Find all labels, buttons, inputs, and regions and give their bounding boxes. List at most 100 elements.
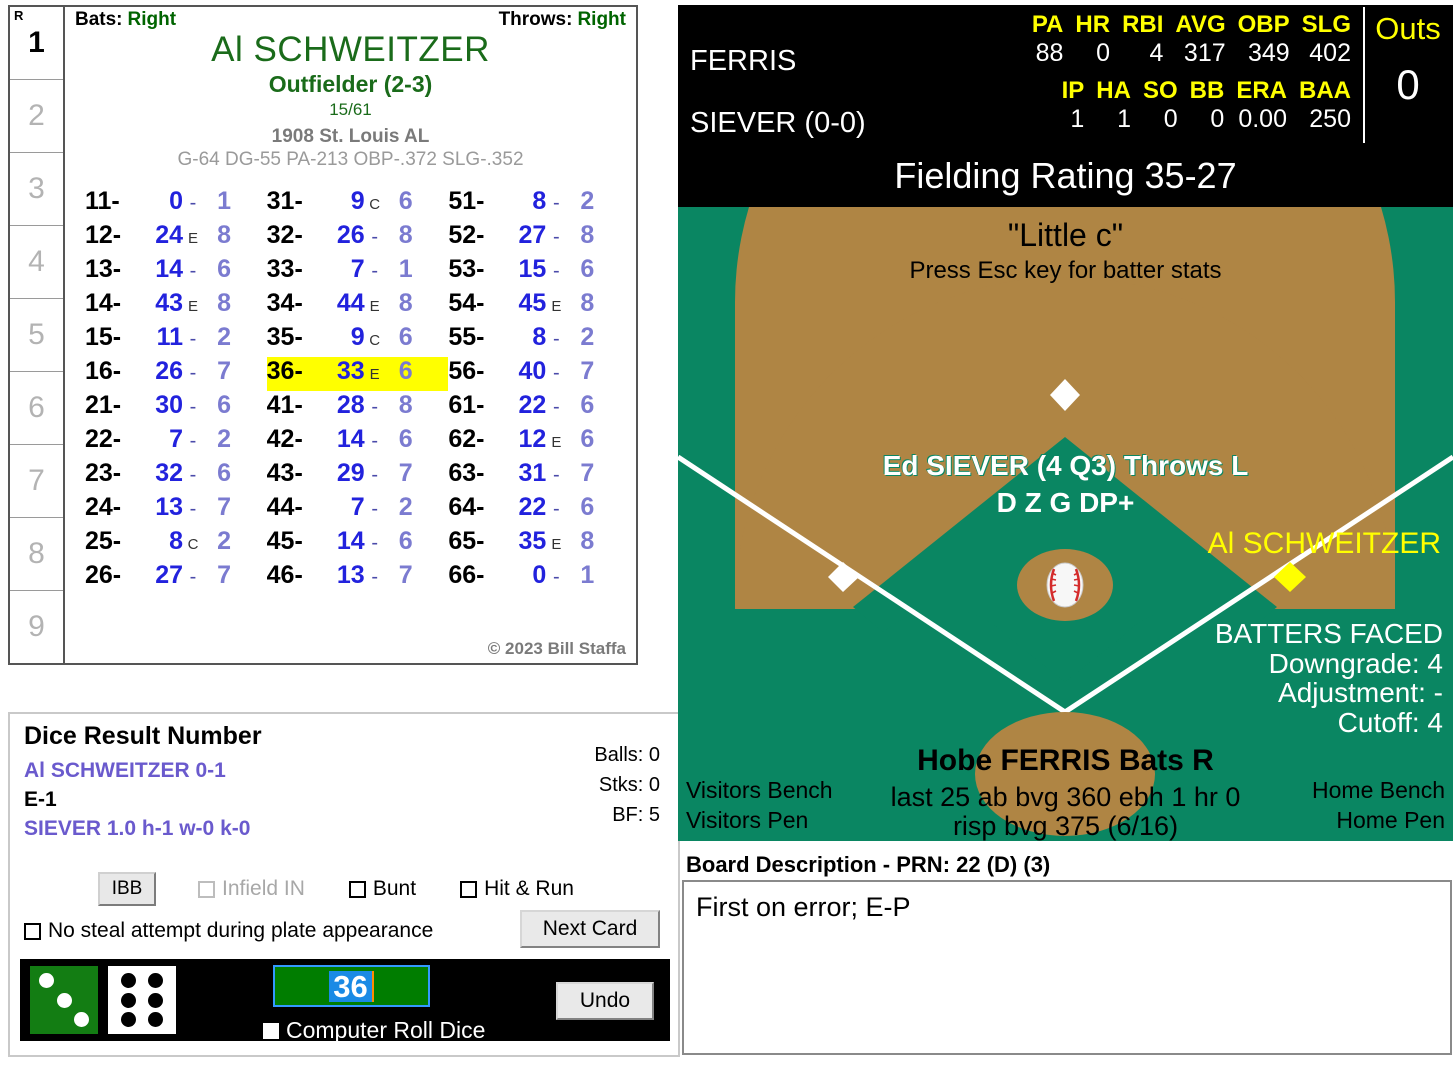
little-c-label: "Little c" — [1007, 217, 1124, 253]
power-number: 8 — [217, 288, 231, 317]
inning-cell-5[interactable]: 5 — [10, 299, 63, 372]
inning-cell-2[interactable]: 2 — [10, 80, 63, 153]
checkbox-icon[interactable] — [24, 922, 41, 940]
result-number: 43 — [155, 288, 183, 317]
dice-result-row: 63- 31-7 — [448, 459, 630, 493]
dice-result-row: 62- 12 E 6 — [448, 425, 630, 459]
checkbox-icon[interactable] — [460, 880, 478, 898]
pitcher-stat-header: HA — [1096, 77, 1131, 104]
home-pen-link[interactable]: Home Pen — [1336, 807, 1445, 834]
result-number: 30 — [155, 390, 183, 419]
power-number: 8 — [398, 220, 413, 249]
scoreboard-stats: FERRIS SIEVER (0-0) PA HR RBI AVG OBP SLG 88 0 4… — [680, 7, 1363, 143]
computer-roll-dice-checkbox[interactable]: Computer Roll Dice — [263, 1017, 485, 1044]
bunt-checkbox[interactable]: Bunt — [348, 877, 416, 901]
visitors-pen-link[interactable]: Visitors Pen — [686, 807, 808, 834]
inning-cell-6[interactable]: 6 — [10, 372, 63, 445]
inning-cell-1[interactable]: R1 — [10, 7, 63, 80]
computer-roll-dice-label: Computer Roll Dice — [286, 1017, 486, 1043]
cutoff-value: Cutoff: 4 — [1337, 707, 1443, 739]
pitcher-stat-header: IP — [1061, 77, 1085, 104]
baseball-icon — [1046, 562, 1084, 608]
power-number: 1 — [398, 254, 413, 283]
result-number: 8 — [532, 186, 547, 215]
batter-stats-table: PA HR RBI AVG OBP SLG 88 0 4 317 349 402 — [1026, 11, 1357, 68]
baseball-field[interactable]: "Little c" Press Esc key for batter stat… — [678, 207, 1453, 841]
power-number: 2 — [217, 526, 231, 555]
copyright-notice: © 2023 Bill Staffa — [487, 639, 626, 658]
inning-number: 7 — [28, 464, 45, 497]
checkbox-icon[interactable] — [263, 1022, 279, 1039]
no-steal-checkbox[interactable]: No steal attempt during plate appearance — [24, 919, 433, 943]
pitcher-stat-value: 250 — [1309, 105, 1351, 133]
dice-roll-key: 36- — [266, 356, 303, 385]
outs-box: Outs 0 — [1363, 7, 1451, 143]
inning-number: 8 — [28, 537, 45, 570]
result-marker: - — [552, 225, 560, 248]
roll-value-input[interactable]: 36 — [273, 965, 430, 1007]
result-marker: E — [551, 297, 562, 315]
pitcher-stat-header: BB — [1189, 77, 1225, 104]
power-number: 1 — [580, 560, 595, 589]
result-marker: - — [189, 395, 197, 418]
home-bench-link[interactable]: Home Bench — [1312, 777, 1445, 804]
throws-label: Throws: — [498, 9, 573, 30]
ibb-button[interactable]: IBB — [98, 872, 156, 906]
dice-roll-key: 31- — [266, 186, 303, 215]
result-marker: - — [371, 463, 378, 486]
result-number: 13 — [336, 560, 365, 589]
power-number: 8 — [398, 288, 413, 317]
dice-roll-key: 14- — [85, 288, 122, 317]
power-number: 6 — [217, 390, 231, 419]
inning-cell-8[interactable]: 8 — [10, 518, 63, 591]
result-number: 22 — [518, 390, 547, 419]
inning-cell-4[interactable]: 4 — [10, 226, 63, 299]
infield-in-checkbox[interactable]: Infield IN — [198, 877, 305, 901]
inning-cell-9[interactable]: 9 — [10, 591, 63, 663]
batter-stat-header: PA — [1031, 11, 1064, 38]
result-marker: - — [552, 395, 560, 418]
hit-and-run-checkbox[interactable]: Hit & Run — [460, 877, 574, 901]
result-number: 9 — [350, 322, 365, 351]
dice-result-row: 54- 45 E 8 — [448, 289, 630, 323]
dice-roll-key: 53- — [448, 254, 485, 283]
dice-result-row: 35- 9 C 6 — [267, 323, 449, 357]
green-die[interactable] — [30, 966, 98, 1034]
power-number: 6 — [580, 492, 595, 521]
result-marker: - — [371, 531, 378, 554]
player-fraction: 15/61 — [329, 99, 372, 119]
white-die[interactable] — [108, 966, 176, 1034]
result-marker: - — [552, 191, 560, 214]
dice-result-row: 16- 26-7 — [85, 357, 267, 391]
dice-roll-key: 25- — [85, 526, 122, 555]
power-number: 8 — [398, 390, 413, 419]
power-number: 6 — [398, 186, 413, 215]
checkbox-icon[interactable] — [348, 880, 366, 898]
dice-result-row: 12- 24 E 8 — [85, 221, 267, 255]
result-marker: - — [552, 327, 560, 350]
inning-cell-7[interactable]: 7 — [10, 445, 63, 518]
result-marker: - — [189, 497, 197, 520]
result-marker: - — [189, 565, 197, 588]
adjustment-value: Adjustment: - — [1278, 677, 1443, 709]
pitcher-ratings-overlay: D Z G DP+ — [996, 487, 1135, 518]
power-number: 6 — [580, 254, 595, 283]
board-description-label: Board Description - PRN: 22 (D) (3) — [686, 852, 1051, 877]
undo-button[interactable]: Undo — [556, 982, 654, 1020]
inning-cell-3[interactable]: 3 — [10, 153, 63, 226]
visitors-bench-link[interactable]: Visitors Bench — [686, 777, 833, 804]
inning-number: 9 — [28, 610, 45, 643]
batters-faced-title: BATTERS FACED — [1214, 618, 1443, 649]
die-pip — [120, 1011, 136, 1027]
next-card-button[interactable]: Next Card — [520, 910, 660, 948]
checkbox-icon[interactable] — [198, 880, 215, 898]
batter-stat-header: AVG — [1175, 11, 1226, 38]
dice-roll-key: 55- — [448, 322, 485, 351]
player-position: Outfielder (2-3) — [268, 70, 433, 97]
power-number: 6 — [398, 356, 413, 385]
bats-throws-row: Bats: Right Throws: Right — [71, 7, 630, 31]
batter-stat-value: 88 — [1035, 39, 1064, 67]
dice-result-row: 65- 35 E 8 — [448, 527, 630, 561]
inning-number: 3 — [28, 172, 45, 205]
dice-roll-key: 42- — [266, 424, 303, 453]
